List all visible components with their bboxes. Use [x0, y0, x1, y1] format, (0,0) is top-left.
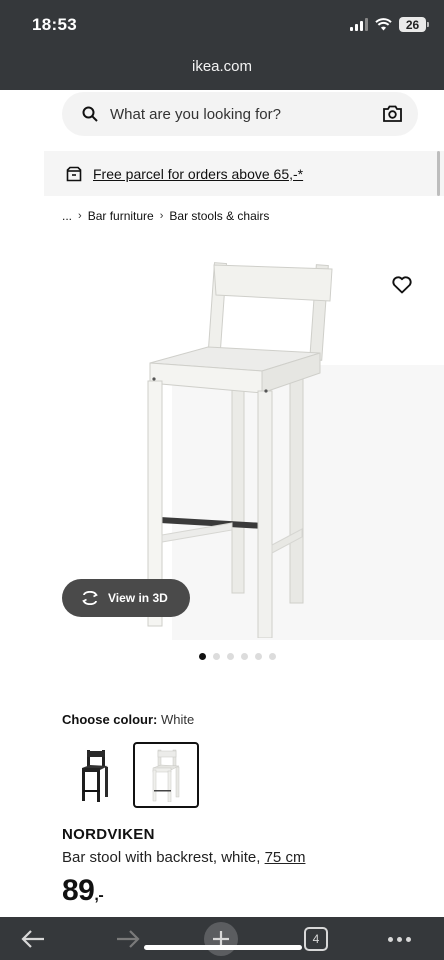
chevron-right-icon: › — [159, 210, 164, 222]
gallery-pagination[interactable] — [199, 653, 276, 660]
status-icons: 26 — [350, 17, 429, 32]
product-description: Bar stool with backrest, white, 75 cm — [62, 849, 305, 866]
search-bar[interactable] — [62, 92, 418, 136]
new-tab-button[interactable] — [204, 922, 238, 956]
breadcrumb: ... › Bar furniture › Bar stools & chair… — [62, 209, 269, 223]
breadcrumb-ellipsis[interactable]: ... — [62, 209, 72, 223]
product-description-text: Bar stool with backrest, white, — [62, 849, 261, 866]
view-in-3d-button[interactable]: View in 3D — [62, 579, 190, 617]
pagination-dot[interactable] — [269, 653, 276, 660]
product-price: 89,- — [62, 874, 104, 908]
heart-icon[interactable] — [392, 276, 412, 294]
address-bar-url[interactable]: ikea.com — [0, 58, 444, 75]
choose-colour-label: Choose colour: — [62, 712, 158, 727]
breadcrumb-bar-stools[interactable]: Bar stools & chairs — [169, 209, 269, 223]
signal-icon — [350, 18, 368, 31]
pagination-dot[interactable] — [241, 653, 248, 660]
status-time: 18:53 — [32, 15, 77, 34]
free-parcel-link[interactable]: Free parcel for orders above 65,-* — [93, 166, 303, 182]
product-size-link[interactable]: 75 cm — [265, 849, 306, 866]
product-name: NORDVIKEN — [62, 826, 155, 843]
pagination-dot[interactable] — [213, 653, 220, 660]
pagination-dot[interactable] — [255, 653, 262, 660]
breadcrumb-bar-furniture[interactable]: Bar furniture — [88, 209, 154, 223]
back-arrow-icon[interactable] — [20, 929, 46, 949]
price-value: 89 — [62, 874, 95, 907]
browser-bottom-toolbar: 4 — [0, 917, 444, 960]
black-stool-thumbnail — [82, 750, 108, 802]
battery-indicator: 26 — [399, 17, 429, 32]
chevron-right-icon: › — [78, 210, 82, 222]
wifi-icon — [375, 18, 392, 31]
colour-selector-label: Choose colour: White — [62, 712, 194, 727]
price-suffix: ,- — [94, 887, 104, 904]
white-stool-thumbnail — [152, 749, 180, 802]
colour-option-white[interactable] — [133, 742, 199, 808]
search-icon — [82, 106, 98, 122]
rotate-3d-icon — [82, 591, 98, 605]
home-indicator — [144, 945, 302, 950]
free-parcel-banner: Free parcel for orders above 65,-* — [44, 151, 444, 196]
page-scrollbar[interactable] — [437, 151, 440, 196]
forward-arrow-icon[interactable] — [115, 929, 141, 949]
parcel-icon — [66, 166, 82, 181]
selected-colour-value: White — [160, 712, 195, 727]
colour-option-black[interactable] — [62, 742, 128, 808]
browser-top-bar: 18:53 26 ikea.com — [0, 0, 444, 90]
camera-icon[interactable] — [383, 105, 402, 122]
pagination-dot[interactable] — [227, 653, 234, 660]
pagination-dot-active[interactable] — [199, 653, 206, 660]
tab-switcher-button[interactable]: 4 — [304, 927, 328, 951]
view-in-3d-label: View in 3D — [108, 591, 168, 605]
more-icon[interactable] — [388, 937, 411, 942]
search-input[interactable] — [110, 105, 370, 123]
